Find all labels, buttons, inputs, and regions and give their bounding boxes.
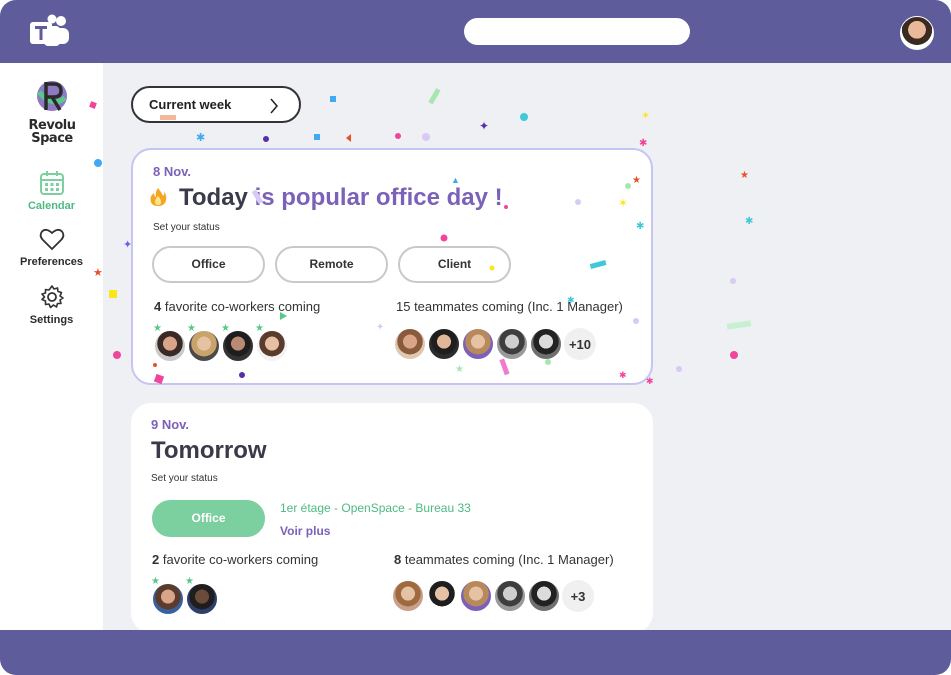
main-content: Current week 8 Nov. Today is popular off… [103,63,951,633]
brand-logo: Revolu Space [22,78,82,148]
avatar[interactable] [426,580,458,612]
favorite-star-icon: ★ [151,576,160,587]
revoluspace-logo-icon [37,81,67,111]
avatar[interactable]: ★ [187,324,220,362]
calendar-icon [39,171,64,195]
teammates-coming-text: 15 teammates coming (Inc. 1 Manager) [396,299,623,314]
avatar[interactable] [460,580,492,612]
today-card: 8 Nov. Today is popular office day ! Set… [131,148,653,385]
status-office-button[interactable]: Office [152,246,265,283]
favorite-star-icon: ★ [153,323,162,334]
today-headline-strong: Today [179,184,248,211]
teammates-coming-text: 8 teammates coming (Inc. 1 Manager) [394,552,614,567]
teammates-avatars: +3 [392,580,594,612]
avatar[interactable]: ★ [185,577,218,615]
tomorrow-card: 9 Nov. Tomorrow Set your status Office 1… [131,403,653,633]
avatar[interactable] [530,328,562,360]
avatar[interactable]: ★ [221,324,254,362]
sidebar-item-label: Preferences [20,256,83,268]
favorite-coworkers-avatars: ★ ★ ★ ★ [153,324,290,362]
favorites-coming-text: 4 favorite co-workers coming [154,299,320,314]
teams-header [0,0,951,63]
avatar[interactable]: ★ [255,324,288,362]
favorites-label: favorite co-workers coming [159,552,319,567]
sidebar-item-preferences[interactable]: Preferences [0,226,103,268]
avatar[interactable] [462,328,494,360]
avatar[interactable] [494,580,526,612]
avatar[interactable]: ★ [151,577,184,615]
avatar[interactable] [528,580,560,612]
avatar[interactable] [392,580,424,612]
teams-logo-icon[interactable] [28,14,72,50]
tomorrow-date: 9 Nov. [151,417,190,432]
current-week-label: Current week [149,97,232,112]
favorite-star-icon: ★ [187,323,196,334]
sidebar-item-settings[interactable]: Settings [0,284,103,326]
user-avatar[interactable] [900,16,934,50]
sidebar-item-calendar[interactable]: Calendar [0,170,103,212]
set-status-label: Set your status [153,222,220,233]
app-window: Revolu Space Calendar Preferences Settin… [0,0,951,675]
status-remote-button[interactable]: Remote [275,246,388,283]
current-week-button[interactable]: Current week [131,86,301,123]
favorites-coming-text: 2 favorite co-workers coming [152,552,318,567]
today-headline: Today is popular office day ! [149,184,503,212]
status-office-button-selected[interactable]: Office [152,500,265,537]
fire-icon [150,188,167,206]
status-client-button[interactable]: Client [398,246,511,283]
voir-plus-link[interactable]: Voir plus [280,524,330,538]
brand-name-line2: Space [31,131,73,146]
teams-footer [0,630,951,675]
chevron-right-icon [270,98,278,114]
heart-icon [39,228,64,251]
gear-icon [40,285,64,309]
today-headline-accent: is popular office day ! [247,184,503,211]
tomorrow-headline: Tomorrow [151,437,267,464]
sidebar-item-label: Calendar [27,200,76,212]
favorite-star-icon: ★ [185,576,194,587]
favorites-label: favorite co-workers coming [161,299,321,314]
more-teammates-badge[interactable]: +10 [564,328,596,360]
favorite-coworkers-avatars: ★ ★ [151,577,220,615]
office-location-text: 1er étage - OpenSpace - Bureau 33 [280,501,471,515]
avatar[interactable]: ★ [153,324,186,362]
today-date: 8 Nov. [153,164,192,179]
avatar[interactable] [428,328,460,360]
avatar[interactable] [496,328,528,360]
avatar[interactable] [394,328,426,360]
sidebar: Revolu Space Calendar Preferences Settin… [0,63,103,630]
favorite-star-icon: ★ [221,323,230,334]
sidebar-item-label: Settings [29,314,74,326]
favorite-star-icon: ★ [255,323,264,334]
set-status-label: Set your status [151,473,218,484]
teammates-avatars: +10 [394,328,596,360]
teammates-label: teammates coming (Inc. 1 Manager) [401,552,614,567]
search-input[interactable] [464,18,690,45]
more-teammates-badge[interactable]: +3 [562,580,594,612]
